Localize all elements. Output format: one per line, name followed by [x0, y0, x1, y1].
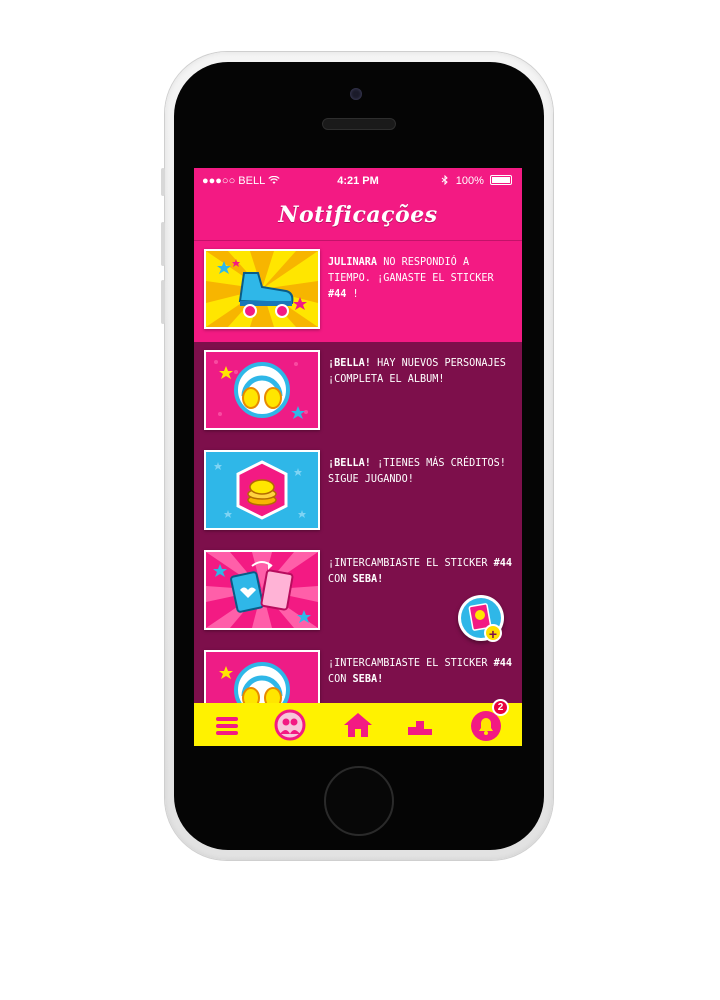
page-title: Notificações: [278, 202, 438, 228]
headphones-icon: [206, 352, 318, 428]
nav-menu[interactable]: [210, 708, 246, 742]
battery-icon: [490, 175, 512, 185]
nav-home[interactable]: [340, 708, 376, 742]
home-icon: [344, 713, 372, 737]
bluetooth-icon: [441, 174, 448, 186]
battery-status: 100%: [441, 174, 512, 187]
notification-item[interactable]: ¡BELLA! HAY NUEVOS PERSONAJES ¡COMPLETA …: [194, 342, 522, 442]
notification-item[interactable]: ¡INTERCAMBIASTE EL STICKER #44 CON SEBA!: [194, 642, 522, 703]
coins-icon: [206, 452, 318, 528]
earpiece-speaker: [322, 118, 396, 130]
notification-text: ¡BELLA! HAY NUEVOS PERSONAJES ¡COMPLETA …: [328, 358, 506, 385]
home-hardware-button[interactable]: [324, 766, 394, 836]
notification-text: JULINARA NO RESPONDIÓ A TIEMPO. ¡GANASTE…: [328, 257, 494, 300]
menu-icon: [216, 717, 238, 735]
nav-ranking[interactable]: [402, 708, 438, 742]
notification-text: ¡INTERCAMBIASTE EL STICKER #44 CON SEBA!: [328, 658, 513, 685]
notification-text: ¡BELLA! ¡TIENES MÁS CRÉDITOS! SIGUE JUGA…: [328, 458, 506, 485]
page-header: Notificações: [194, 194, 522, 241]
friends-icon: [274, 709, 306, 741]
volume-down-button: [161, 280, 165, 324]
sticker-thumbnail[interactable]: [204, 550, 320, 630]
roller-skate-icon: [206, 251, 318, 327]
sticker-thumbnail[interactable]: [204, 650, 320, 703]
mute-switch: [161, 168, 165, 196]
notification-text: ¡INTERCAMBIASTE EL STICKER #44 CON SEBA!: [328, 558, 513, 585]
status-bar: ●●●○○ BELL 4:21 PM 100%: [194, 168, 522, 194]
headphones-icon: [206, 652, 318, 703]
swap-cards-icon: [206, 552, 318, 628]
notification-count-badge: 2: [492, 699, 509, 716]
volume-up-button: [161, 222, 165, 266]
ranking-icon: [408, 721, 432, 735]
bottom-navigation: [194, 703, 522, 746]
sticker-thumbnail[interactable]: [204, 450, 320, 530]
notification-item[interactable]: ¡BELLA! ¡TIENES MÁS CRÉDITOS! SIGUE JUGA…: [194, 442, 522, 542]
front-camera: [350, 88, 362, 100]
app-screen: ●●●○○ BELL 4:21 PM 100% Notificações JUL…: [194, 168, 522, 746]
sticker-thumbnail[interactable]: [204, 249, 320, 329]
sticker-thumbnail[interactable]: [204, 350, 320, 430]
notification-item[interactable]: JULINARA NO RESPONDIÓ A TIEMPO. ¡GANASTE…: [194, 241, 522, 342]
plus-icon[interactable]: +: [484, 624, 502, 642]
nav-friends[interactable]: [272, 708, 308, 742]
